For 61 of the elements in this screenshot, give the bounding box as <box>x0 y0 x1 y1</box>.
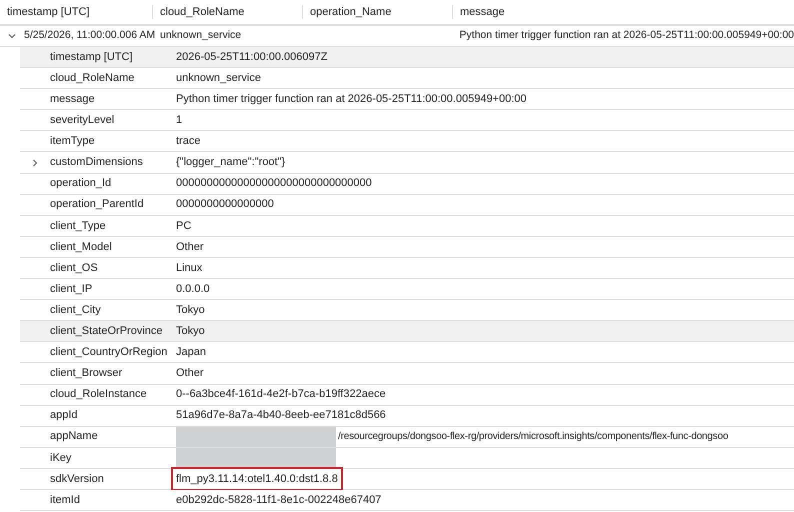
field-value: Linux <box>176 260 202 276</box>
field-name: client_IP <box>50 282 92 297</box>
field-value: Tokyo <box>176 302 205 318</box>
column-header[interactable]: message <box>460 4 505 20</box>
detail-row[interactable]: appName /resourcegroups/dongsoo-flex-rg/providers/microsoft.insights/components/flex-func-dongsoo <box>20 426 794 448</box>
field-name: client_Browser <box>50 366 122 382</box>
chevron-right-icon[interactable] <box>31 158 39 167</box>
field-name: customDimensions <box>50 155 143 170</box>
field-name: cloud_RoleInstance <box>50 387 147 402</box>
detail-row[interactable]: cloud_RoleInstance 0--6a3bce4f-161d-4e2f-b7ca-b19ff322aece <box>20 384 794 406</box>
field-name: itemType <box>50 134 95 150</box>
field-value: 0000000000000000 <box>176 197 274 212</box>
field-name: client_CountryOrRegion <box>50 345 168 360</box>
field-value: /resourcegroups/dongsoo-flex-rg/providers/microsoft.insights/components/flex-func-dongsoo <box>338 430 728 444</box>
field-name: operation_ParentId <box>50 197 144 212</box>
detail-row[interactable]: sdkVersion flm_py3.11.14:otel1.40.0:dst1.8.8 <box>20 468 794 490</box>
field-value: Japan <box>176 345 206 360</box>
field-value: unknown_service <box>176 70 261 86</box>
field-value: trace <box>176 134 200 150</box>
field-value: 0--6a3bce4f-161d-4e2f-b7ca-b19ff322aece <box>176 387 386 402</box>
detail-row[interactable]: timestamp [UTC] 2026-05-25T11:00:00.006097Z <box>20 47 794 68</box>
column-header[interactable]: operation_Name <box>310 4 392 20</box>
field-value: 51a96d7e-8a7a-4b40-8eeb-ee7181c8d566 <box>176 408 386 424</box>
field-name: client_City <box>50 302 101 318</box>
detail-row[interactable]: operation_ParentId 0000000000000000 <box>20 194 794 216</box>
column-header[interactable]: cloud_RoleName <box>160 4 244 20</box>
field-name: sdkVersion <box>50 472 104 487</box>
detail-row[interactable]: appId 51a96d7e-8a7a-4b40-8eeb-ee7181c8d566 <box>20 406 794 427</box>
field-name: client_Type <box>50 218 106 234</box>
field-value: 00000000000000000000000000000000 <box>176 176 372 192</box>
table-cell: Python timer trigger function ran at 2026-05-25T11:00:00.005949+00:00 <box>459 29 794 42</box>
table-cell: unknown_service <box>160 29 242 42</box>
field-name: timestamp [UTC] <box>50 50 133 65</box>
table-cell-text: 5/25/2026, 11:00:00.006 AM <box>24 28 156 44</box>
field-value: 0.0.0.0 <box>176 282 210 297</box>
field-value: PC <box>176 218 192 234</box>
detail-row[interactable]: client_StateOrProvince Tokyo <box>20 321 794 342</box>
field-name: message <box>50 92 95 107</box>
detail-row[interactable]: itemId e0b292dc-5828-11f1-8e1c-002248e67407 <box>20 490 794 512</box>
field-name: operation_Id <box>50 176 112 192</box>
field-value: 2026-05-25T11:00:00.006097Z <box>176 50 328 65</box>
field-name: appId <box>50 408 78 424</box>
field-value: 1 <box>176 113 182 128</box>
field-name: appName <box>50 429 98 444</box>
field-name: cloud_RoleName <box>50 70 134 86</box>
field-value: Python timer trigger function ran at 2026-05-25T11:00:00.005949+00:00 <box>176 92 527 107</box>
detail-row[interactable]: iKey <box>20 448 794 469</box>
field-value: e0b292dc-5828-11f1-8e1c-002248e67407 <box>176 492 382 508</box>
field-name: client_Model <box>50 240 112 255</box>
detail-row[interactable]: operation_Id 00000000000000000000000000000000 <box>20 174 794 195</box>
field-value: Other <box>176 240 204 255</box>
field-name: client_OS <box>50 260 98 276</box>
field-value: Tokyo <box>176 324 205 340</box>
field-name: itemId <box>50 492 80 508</box>
field-name: client_StateOrProvince <box>50 324 162 340</box>
chevron-down-icon[interactable] <box>8 32 16 40</box>
field-value: {"logger_name":"root"} <box>176 155 286 170</box>
field-name: severityLevel <box>50 113 114 128</box>
column-header[interactable]: timestamp [UTC] <box>7 4 90 20</box>
field-value: Other <box>176 366 204 382</box>
field-name: iKey <box>50 450 72 466</box>
